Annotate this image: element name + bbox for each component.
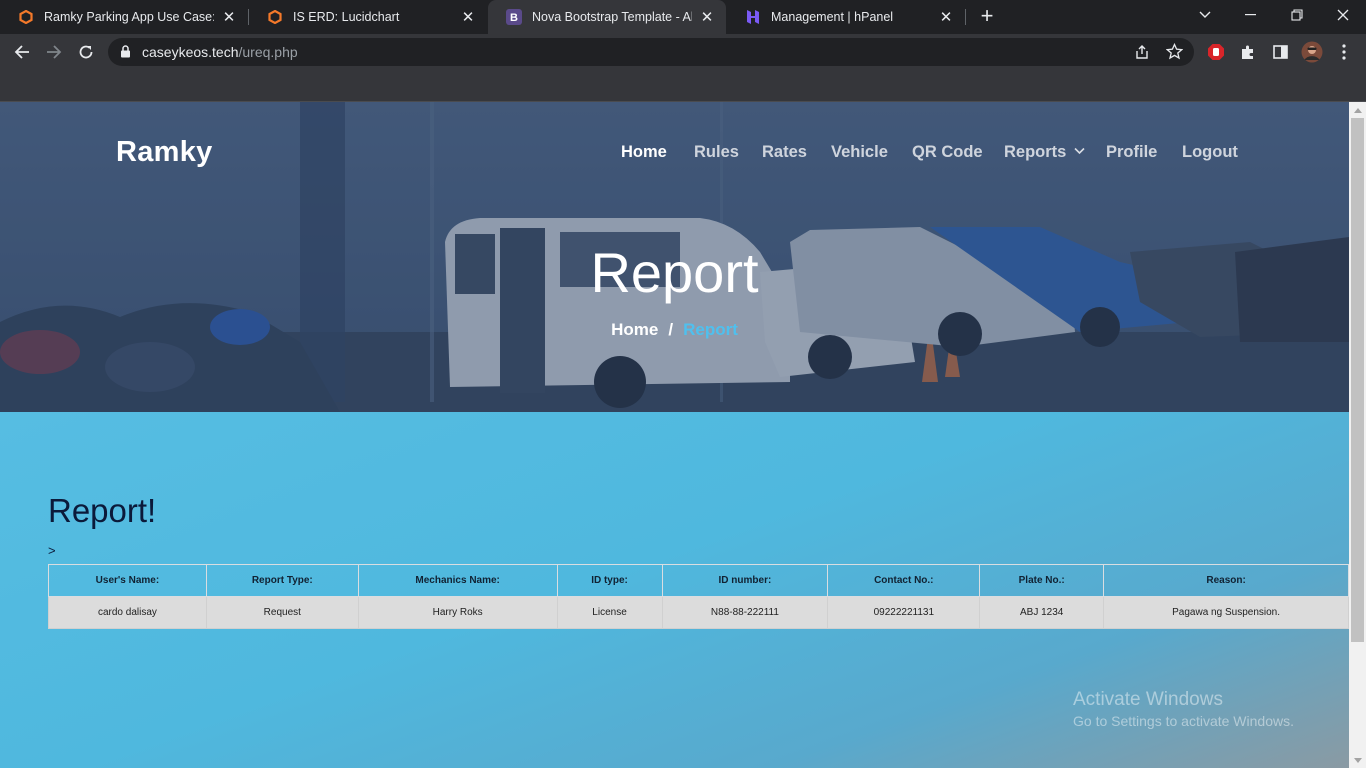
breadcrumb-separator: / [668, 320, 674, 339]
windows-activation-watermark: Activate Windows Go to Settings to activ… [1073, 689, 1294, 729]
hero-banner: Ramky Home Rules Rates Vehicle QR Code R… [0, 102, 1349, 412]
reload-icon[interactable] [72, 38, 100, 66]
site-brand-logo[interactable]: Ramky [116, 136, 213, 169]
close-icon[interactable]: ✕ [459, 8, 477, 26]
tab-nova-bootstrap[interactable]: B Nova Bootstrap Template - Abou ✕ [488, 0, 726, 34]
column-header-reason: Reason: [1103, 564, 1349, 597]
column-header-id-type: ID type: [556, 564, 663, 597]
bootstrap-icon: B [506, 9, 522, 25]
share-icon[interactable] [1134, 44, 1150, 65]
nav-logout[interactable]: Logout [1182, 143, 1238, 162]
lock-icon [120, 45, 131, 63]
nav-reports-label: Reports [1004, 143, 1067, 161]
scroll-up-arrow-icon[interactable] [1349, 102, 1366, 118]
side-panel-icon[interactable] [1266, 38, 1294, 66]
scrollbar-thumb[interactable] [1351, 118, 1364, 642]
table-row: cardo dalisay Request Harry Roks License… [48, 596, 1349, 629]
bookmark-star-icon[interactable] [1165, 42, 1184, 65]
url-text: caseykeos.tech/ureq.php [142, 44, 298, 60]
tab-ramky-use-case[interactable]: Ramky Parking App Use Case: Lu ✕ [0, 0, 248, 34]
cell-report-type: Request [205, 596, 359, 629]
tab-divider [965, 9, 966, 25]
lucidchart-icon [267, 9, 283, 25]
tab-title: IS ERD: Lucidchart [293, 10, 400, 24]
chrome-menu-icon[interactable] [1330, 38, 1358, 66]
cell-plate-no: ABJ 1234 [979, 596, 1105, 629]
back-arrow-icon[interactable] [8, 38, 36, 66]
column-header-mechanics-name: Mechanics Name: [357, 564, 558, 597]
svg-text:B: B [510, 12, 518, 24]
report-heading: Report! [48, 492, 157, 529]
hero-title: Report [590, 241, 759, 304]
breadcrumb-home[interactable]: Home [611, 320, 658, 339]
cell-contact-no: 09222221131 [827, 596, 981, 629]
extensions-puzzle-icon[interactable] [1234, 38, 1262, 66]
stray-text: > [48, 543, 56, 558]
tab-title: Ramky Parking App Use Case: Lu [44, 10, 214, 24]
adblock-extension-icon[interactable] [1202, 38, 1230, 66]
table-header-row: User's Name: Report Type: Mechanics Name… [48, 564, 1349, 597]
nav-profile[interactable]: Profile [1106, 143, 1157, 162]
cell-users-name: cardo dalisay [48, 596, 207, 629]
restore-icon[interactable] [1274, 0, 1320, 30]
column-header-contact-no: Contact No.: [827, 564, 981, 597]
close-icon[interactable]: ✕ [698, 8, 716, 26]
tab-strip: Ramky Parking App Use Case: Lu ✕ IS ERD:… [0, 0, 1366, 34]
browser-toolbar: caseykeos.tech/ureq.php [0, 34, 1366, 70]
nav-qr-code[interactable]: QR Code [912, 143, 983, 162]
column-header-report-type: Report Type: [205, 564, 359, 597]
cell-id-number: N88-88-222111 [661, 596, 829, 629]
page-viewport: Ramky Home Rules Rates Vehicle QR Code R… [0, 102, 1349, 768]
tab-hpanel[interactable]: Management | hPanel ✕ [727, 0, 965, 34]
url-domain: caseykeos.tech [142, 44, 239, 60]
nav-home[interactable]: Home [621, 143, 667, 162]
cell-mechanics-name: Harry Roks [357, 596, 558, 629]
url-path: /ureq.php [238, 44, 298, 60]
chevron-down-icon [1074, 147, 1085, 155]
scroll-down-arrow-icon[interactable] [1349, 752, 1366, 768]
nav-rates[interactable]: Rates [762, 143, 807, 162]
close-window-icon[interactable] [1320, 0, 1366, 30]
lucidchart-icon [18, 9, 34, 25]
tab-title: Management | hPanel [771, 10, 894, 24]
page-scrollbar[interactable] [1349, 102, 1366, 768]
forward-arrow-icon[interactable] [40, 38, 68, 66]
hostinger-icon [745, 9, 761, 25]
close-icon[interactable]: ✕ [937, 8, 955, 26]
column-header-id-number: ID number: [661, 564, 829, 597]
nav-rules[interactable]: Rules [694, 143, 739, 162]
tab-is-erd[interactable]: IS ERD: Lucidchart ✕ [249, 0, 487, 34]
cell-reason: Pagawa ng Suspension. [1103, 596, 1349, 629]
nav-reports-dropdown[interactable]: Reports [1004, 143, 1085, 162]
report-table: User's Name: Report Type: Mechanics Name… [48, 564, 1349, 629]
tab-search-chevron-icon[interactable] [1182, 0, 1228, 30]
watermark-line1: Activate Windows [1073, 689, 1223, 710]
column-header-plate-no: Plate No.: [979, 564, 1105, 597]
close-icon[interactable]: ✕ [220, 8, 238, 26]
nav-vehicle[interactable]: Vehicle [831, 143, 888, 162]
cell-id-type: License [556, 596, 663, 629]
column-header-users-name: User's Name: [48, 564, 207, 597]
breadcrumb-current: Report [683, 320, 738, 339]
address-bar[interactable]: caseykeos.tech/ureq.php [108, 38, 1194, 66]
tab-title: Nova Bootstrap Template - Abou [532, 10, 692, 24]
bookmarks-bar [0, 70, 1366, 102]
minimize-icon[interactable] [1228, 0, 1274, 30]
new-tab-plus-icon[interactable]: + [976, 5, 998, 28]
watermark-line2: Go to Settings to activate Windows. [1073, 713, 1294, 729]
breadcrumb: Home / Report [0, 320, 1349, 340]
profile-avatar-icon[interactable] [1298, 38, 1326, 66]
